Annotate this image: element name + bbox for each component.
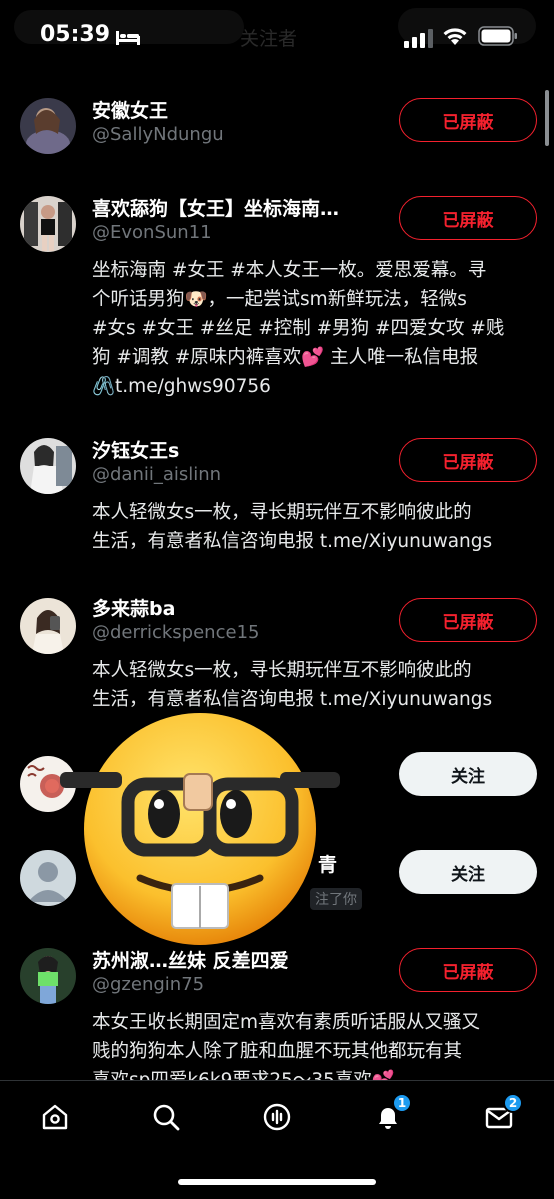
blocked-button[interactable]: 已屏蔽 <box>399 98 537 142</box>
tab-search[interactable] <box>146 1097 186 1137</box>
notification-count-badge: 1 <box>392 1093 412 1113</box>
cellular-signal-icon <box>404 29 433 48</box>
status-time: 05:39 <box>40 22 111 47</box>
tab-spaces[interactable] <box>257 1097 297 1137</box>
user-handle: @derrickspence15 <box>92 622 260 643</box>
blocked-button[interactable]: 已屏蔽 <box>399 598 537 642</box>
spaces-icon <box>263 1103 291 1131</box>
search-icon <box>153 1104 180 1131</box>
bottom-tab-bar: 1 2 <box>0 1080 554 1199</box>
user-display-name: 喜欢舔狗【女王】坐标海南… <box>92 198 340 220</box>
user-display-name: 汐钰女王s <box>92 440 180 462</box>
blocked-button[interactable]: 已屏蔽 <box>399 948 537 992</box>
user-handle: @EvonSun11 <box>92 222 212 243</box>
user-bio[interactable]: 本女王收长期固定m喜欢有素质听话服从又骚又 贱的狗狗本人除了脏和血腥不玩其他都玩… <box>92 1008 538 1080</box>
user-cell[interactable]: 安徽女王 @SallyNdungu 已屏蔽 <box>0 96 554 176</box>
user-bio[interactable]: 本人轻微女s一枚，寻长期玩伴互不影响彼此的 生活，有意者私信咨询电报 t.me/… <box>92 498 538 556</box>
user-display-name: 多来蒜ba <box>92 598 176 620</box>
nerd-face-emoji-icon <box>60 713 340 945</box>
sleep-focus-icon <box>116 31 140 45</box>
avatar[interactable] <box>20 98 76 154</box>
wifi-icon <box>443 28 467 45</box>
avatar[interactable] <box>20 196 76 252</box>
user-handle: @SallyNdungu <box>92 124 224 145</box>
home-indicator[interactable] <box>178 1179 376 1185</box>
status-bar: 关注者 05:39 <box>0 0 554 80</box>
avatar[interactable] <box>20 948 76 1004</box>
follow-button[interactable]: 关注 <box>399 752 537 796</box>
tab-notifications[interactable]: 1 <box>368 1093 412 1137</box>
tab-messages[interactable]: 2 <box>479 1093 523 1137</box>
blocked-button[interactable]: 已屏蔽 <box>399 196 537 240</box>
tab-home[interactable] <box>35 1097 75 1137</box>
blurred-header-text: 关注者 <box>240 28 298 50</box>
user-cell[interactable]: 喜欢舔狗【女王】坐标海南… @EvonSun11 已屏蔽 坐标海南 #女王 #本… <box>0 194 554 397</box>
user-cell[interactable]: 多来蒜ba @derrickspence15 已屏蔽 本人轻微女s一枚，寻长期玩… <box>0 594 554 724</box>
user-bio[interactable]: 坐标海南 #女王 #本人女王一枚。爱思爱幕。寻 个听话男狗🐶，一起尝试sm新鲜玩… <box>92 256 538 401</box>
user-handle: @gzengin75 <box>92 974 205 995</box>
avatar[interactable] <box>20 598 76 654</box>
user-cell[interactable]: 汐钰女王s @danii_aislinn 已屏蔽 本人轻微女s一枚，寻长期玩伴互… <box>0 436 554 566</box>
scroll-indicator[interactable] <box>545 90 549 146</box>
follow-button[interactable]: 关注 <box>399 850 537 894</box>
user-handle: @danii_aislinn <box>92 464 222 485</box>
message-count-badge: 2 <box>503 1093 523 1113</box>
home-icon <box>42 1104 68 1130</box>
battery-icon <box>478 26 517 46</box>
user-display-name: 安徽女王 <box>92 100 169 122</box>
user-cell[interactable]: 苏州淑…丝妹 反差四爱 @gzengin75 已屏蔽 本女王收长期固定m喜欢有素… <box>0 946 554 1080</box>
blocked-button[interactable]: 已屏蔽 <box>399 438 537 482</box>
avatar[interactable] <box>20 438 76 494</box>
